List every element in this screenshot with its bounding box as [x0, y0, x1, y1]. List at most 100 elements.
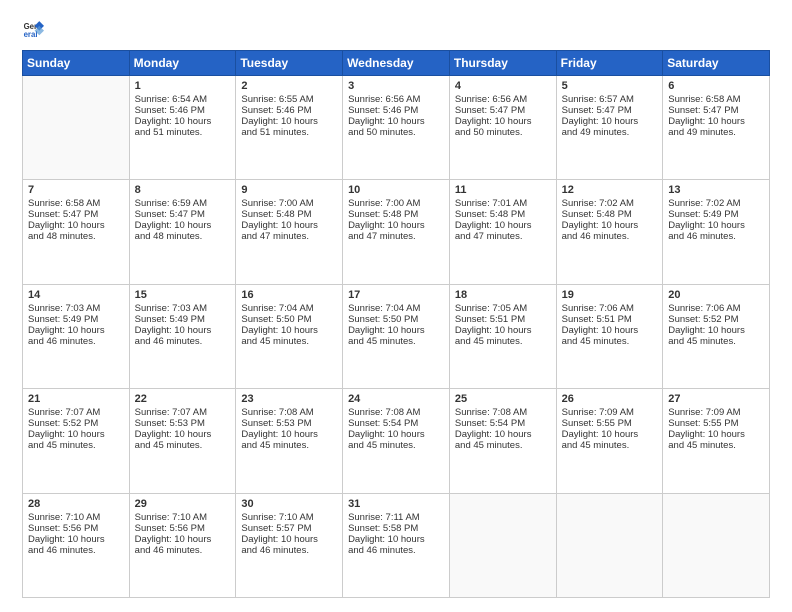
calendar-cell: 15Sunrise: 7:03 AMSunset: 5:49 PMDayligh…	[129, 284, 236, 388]
day-number: 25	[455, 393, 551, 405]
day-number: 12	[562, 184, 658, 196]
day-info: and 46 minutes.	[28, 336, 124, 347]
day-info: Sunrise: 7:04 AM	[241, 303, 337, 314]
day-info: Sunrise: 6:58 AM	[28, 198, 124, 209]
calendar-cell: 6Sunrise: 6:58 AMSunset: 5:47 PMDaylight…	[663, 76, 770, 180]
calendar-cell: 28Sunrise: 7:10 AMSunset: 5:56 PMDayligh…	[23, 493, 130, 597]
day-number: 5	[562, 80, 658, 92]
day-info: Daylight: 10 hours	[135, 116, 231, 127]
day-info: Sunrise: 7:02 AM	[562, 198, 658, 209]
calendar-cell: 22Sunrise: 7:07 AMSunset: 5:53 PMDayligh…	[129, 389, 236, 493]
calendar-cell: 26Sunrise: 7:09 AMSunset: 5:55 PMDayligh…	[556, 389, 663, 493]
day-info: Sunrise: 6:56 AM	[455, 94, 551, 105]
calendar-cell	[556, 493, 663, 597]
day-number: 23	[241, 393, 337, 405]
day-info: and 45 minutes.	[668, 336, 764, 347]
day-info: Sunset: 5:47 PM	[135, 209, 231, 220]
day-info: and 45 minutes.	[668, 440, 764, 451]
day-info: and 46 minutes.	[28, 545, 124, 556]
day-info: Daylight: 10 hours	[241, 429, 337, 440]
day-info: and 46 minutes.	[668, 231, 764, 242]
day-info: and 46 minutes.	[241, 545, 337, 556]
day-info: Sunset: 5:48 PM	[455, 209, 551, 220]
calendar-cell	[23, 76, 130, 180]
day-info: Sunset: 5:57 PM	[241, 523, 337, 534]
day-info: Daylight: 10 hours	[455, 116, 551, 127]
column-header-thursday: Thursday	[449, 51, 556, 76]
column-header-tuesday: Tuesday	[236, 51, 343, 76]
day-info: and 45 minutes.	[241, 336, 337, 347]
day-info: Daylight: 10 hours	[241, 325, 337, 336]
day-info: Daylight: 10 hours	[455, 429, 551, 440]
day-info: and 45 minutes.	[562, 440, 658, 451]
day-info: Sunrise: 7:10 AM	[135, 512, 231, 523]
day-info: Sunrise: 7:00 AM	[348, 198, 444, 209]
day-info: Sunrise: 7:06 AM	[668, 303, 764, 314]
day-number: 27	[668, 393, 764, 405]
day-info: Sunrise: 6:56 AM	[348, 94, 444, 105]
column-header-saturday: Saturday	[663, 51, 770, 76]
day-info: Sunrise: 7:02 AM	[668, 198, 764, 209]
calendar-cell: 18Sunrise: 7:05 AMSunset: 5:51 PMDayligh…	[449, 284, 556, 388]
day-number: 8	[135, 184, 231, 196]
day-info: Daylight: 10 hours	[562, 116, 658, 127]
day-info: Sunset: 5:54 PM	[455, 418, 551, 429]
calendar-cell: 3Sunrise: 6:56 AMSunset: 5:46 PMDaylight…	[343, 76, 450, 180]
day-info: and 51 minutes.	[241, 127, 337, 138]
day-info: and 46 minutes.	[562, 231, 658, 242]
day-info: and 45 minutes.	[455, 336, 551, 347]
day-number: 4	[455, 80, 551, 92]
day-info: and 46 minutes.	[135, 336, 231, 347]
day-info: Daylight: 10 hours	[562, 325, 658, 336]
logo-icon: Gen eral	[22, 18, 44, 40]
day-info: and 48 minutes.	[135, 231, 231, 242]
day-info: Sunrise: 6:58 AM	[668, 94, 764, 105]
day-number: 18	[455, 289, 551, 301]
calendar-cell: 5Sunrise: 6:57 AMSunset: 5:47 PMDaylight…	[556, 76, 663, 180]
calendar-cell: 16 Sunrise: 7:04 AMSunset: 5:50 PMDayligh…	[236, 284, 343, 388]
day-info: Daylight: 10 hours	[668, 116, 764, 127]
calendar-cell: 11Sunrise: 7:01 AMSunset: 5:48 PMDayligh…	[449, 180, 556, 284]
day-info: Sunrise: 6:59 AM	[135, 198, 231, 209]
day-number: 3	[348, 80, 444, 92]
day-number: 14	[28, 289, 124, 301]
column-header-friday: Friday	[556, 51, 663, 76]
day-number: 16	[241, 289, 337, 301]
day-info: Sunrise: 7:05 AM	[455, 303, 551, 314]
day-info: and 45 minutes.	[455, 440, 551, 451]
day-info: Sunrise: 6:55 AM	[241, 94, 337, 105]
day-info: Sunset: 5:48 PM	[348, 209, 444, 220]
calendar-week-row: 14Sunrise: 7:03 AMSunset: 5:49 PMDayligh…	[23, 284, 770, 388]
calendar-table: SundayMondayTuesdayWednesdayThursdayFrid…	[22, 50, 770, 598]
day-info: Sunrise: 7:08 AM	[241, 407, 337, 418]
calendar-cell: 14Sunrise: 7:03 AMSunset: 5:49 PMDayligh…	[23, 284, 130, 388]
day-info: Sunset: 5:47 PM	[28, 209, 124, 220]
day-info: Daylight: 10 hours	[135, 429, 231, 440]
column-header-sunday: Sunday	[23, 51, 130, 76]
day-info: and 48 minutes.	[28, 231, 124, 242]
calendar-cell: 19Sunrise: 7:06 AMSunset: 5:51 PMDayligh…	[556, 284, 663, 388]
day-info: Daylight: 10 hours	[28, 429, 124, 440]
day-number: 13	[668, 184, 764, 196]
day-info: Sunrise: 7:00 AM	[241, 198, 337, 209]
calendar-cell: 23Sunrise: 7:08 AMSunset: 5:53 PMDayligh…	[236, 389, 343, 493]
day-info: and 47 minutes.	[348, 231, 444, 242]
calendar-cell: 12Sunrise: 7:02 AMSunset: 5:48 PMDayligh…	[556, 180, 663, 284]
day-number: 10	[348, 184, 444, 196]
day-info: Daylight: 10 hours	[562, 220, 658, 231]
calendar-week-row: 28Sunrise: 7:10 AMSunset: 5:56 PMDayligh…	[23, 493, 770, 597]
day-info: Sunrise: 7:07 AM	[135, 407, 231, 418]
day-info: and 46 minutes.	[135, 545, 231, 556]
day-info: Sunset: 5:47 PM	[455, 105, 551, 116]
day-info: Sunset: 5:50 PM	[348, 314, 444, 325]
day-info: Sunset: 5:53 PM	[135, 418, 231, 429]
day-info: and 45 minutes.	[241, 440, 337, 451]
day-info: Daylight: 10 hours	[455, 325, 551, 336]
calendar-cell: 30Sunrise: 7:10 AMSunset: 5:57 PMDayligh…	[236, 493, 343, 597]
day-info: Sunset: 5:50 PM	[241, 314, 337, 325]
day-info: Daylight: 10 hours	[135, 220, 231, 231]
day-info: Daylight: 10 hours	[562, 429, 658, 440]
day-info: Daylight: 10 hours	[135, 325, 231, 336]
day-info: Sunrise: 7:03 AM	[28, 303, 124, 314]
day-info: Sunrise: 7:08 AM	[348, 407, 444, 418]
